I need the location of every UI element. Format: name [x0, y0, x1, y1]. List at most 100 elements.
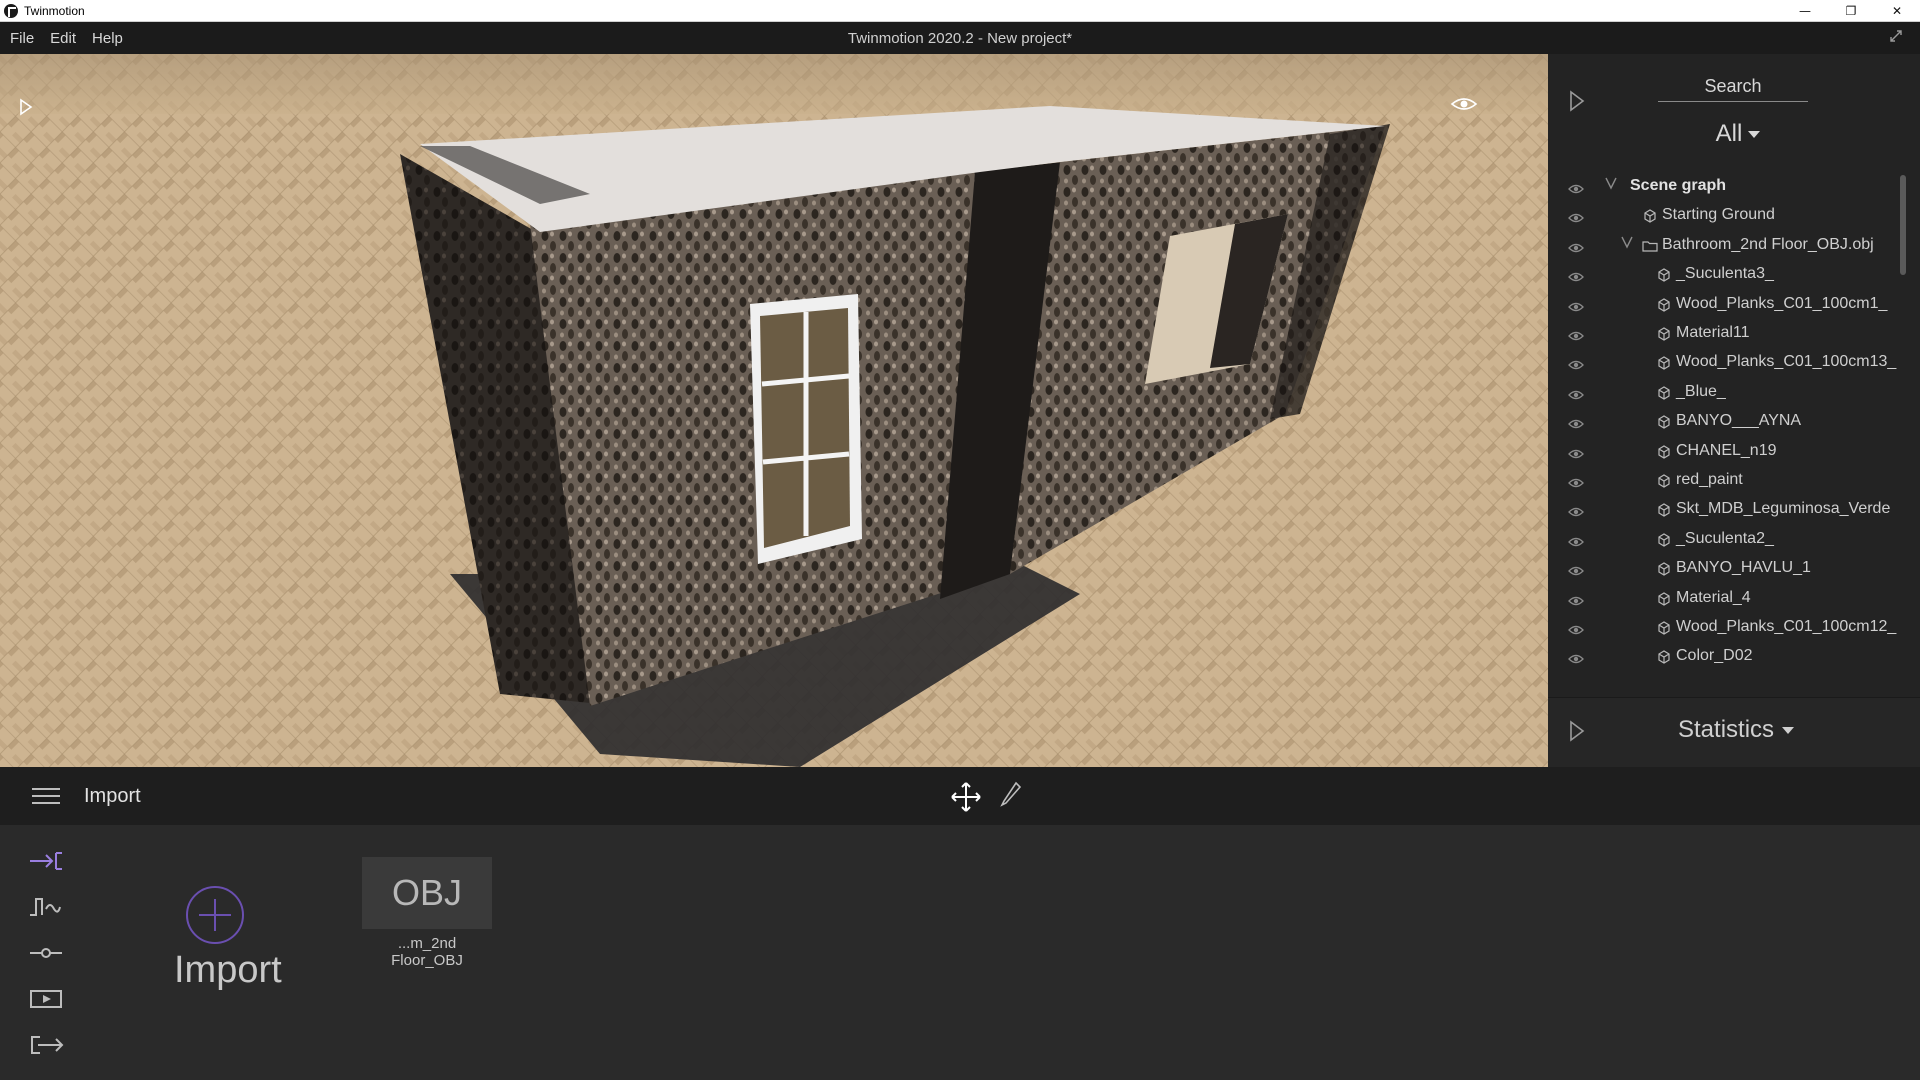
bottom-toolbar: Import	[0, 767, 1920, 825]
restore-button[interactable]: ❐	[1828, 0, 1874, 22]
chevron-down-icon	[1748, 131, 1761, 139]
menu-edit[interactable]: Edit	[50, 30, 76, 47]
slider-tool-icon[interactable]	[28, 941, 64, 965]
tree-row[interactable]: Skt_MDB_Leguminosa_Verde	[1548, 495, 1908, 524]
mesh-icon	[1656, 532, 1672, 548]
tree-row[interactable]: _Blue_	[1548, 378, 1908, 407]
import-tool-icon[interactable]	[28, 849, 64, 873]
tree-row[interactable]: Material_4	[1548, 584, 1908, 613]
chevron-down-icon	[1782, 727, 1795, 735]
expand-chevron-icon[interactable]	[1620, 235, 1634, 254]
mesh-icon	[1656, 267, 1672, 283]
visibility-eye-icon[interactable]	[1568, 209, 1584, 223]
tree-item-label: Wood_Planks_C01_100cm12_	[1676, 618, 1897, 635]
tree-row[interactable]: Wood_Planks_C01_100cm13_	[1548, 348, 1908, 377]
add-circle-icon	[185, 885, 245, 945]
visibility-eye-icon[interactable]	[1568, 180, 1584, 194]
tree-item-label: BANYO___AYNA	[1676, 412, 1802, 429]
tree-row[interactable]: Wood_Planks_C01_100cm12_	[1548, 613, 1908, 642]
import-panel: Import OBJ ...m_2nd Floor_OBJ	[0, 825, 1920, 1080]
tree-item-label: Bathroom_2nd Floor_OBJ.obj	[1662, 236, 1874, 253]
viewport-scene	[0, 54, 1548, 767]
viewport-play-icon[interactable]	[18, 98, 38, 118]
tree-row[interactable]: Material11	[1548, 319, 1908, 348]
tree-item-label: Wood_Planks_C01_100cm1_	[1676, 295, 1888, 312]
tree-item-label: _Blue_	[1676, 383, 1726, 400]
mesh-icon	[1656, 473, 1672, 489]
mesh-icon	[1656, 649, 1672, 665]
fullscreen-expand-icon[interactable]	[1888, 28, 1908, 48]
folder-icon	[1642, 238, 1658, 254]
close-button[interactable]: ✕	[1874, 0, 1920, 22]
visibility-eye-icon[interactable]	[1568, 239, 1584, 253]
visibility-eye-icon[interactable]	[1568, 445, 1584, 459]
tree-row[interactable]: CHANEL_n19	[1548, 437, 1908, 466]
tree-item-label: Scene graph	[1630, 177, 1727, 194]
import-button[interactable]: Import	[170, 885, 300, 995]
import-label: Import	[174, 949, 282, 991]
visibility-eye-icon[interactable]	[1568, 503, 1584, 517]
tree-row[interactable]: BANYO___AYNA	[1548, 407, 1908, 436]
tree-row[interactable]: _Suculenta3_	[1548, 260, 1908, 289]
3d-viewport[interactable]	[0, 54, 1548, 767]
visibility-eye-icon[interactable]	[1568, 386, 1584, 400]
visibility-eye-icon[interactable]	[1568, 356, 1584, 370]
search-field[interactable]: Search	[1658, 76, 1808, 102]
tree-row[interactable]: Starting Ground	[1548, 201, 1908, 230]
scene-graph-panel: Search All Scene graph Starting Ground Bat…	[1548, 54, 1920, 767]
visibility-eye-icon[interactable]	[1568, 592, 1584, 606]
mesh-icon	[1656, 414, 1672, 430]
tree-row[interactable]: Wood_Planks_C01_100cm1_	[1548, 290, 1908, 319]
menu-help[interactable]: Help	[92, 30, 123, 47]
scene-tree: Scene graph Starting Ground Bathroom_2nd F…	[1548, 172, 1908, 732]
viewport-visibility-eye-icon[interactable]	[1450, 94, 1480, 118]
export-tool-icon[interactable]	[28, 1033, 64, 1057]
visibility-eye-icon[interactable]	[1568, 268, 1584, 282]
visibility-eye-icon[interactable]	[1568, 298, 1584, 312]
obj-thumbnail: OBJ	[362, 857, 492, 929]
twinmotion-logo-icon	[4, 3, 18, 18]
tree-scrollbar-thumb[interactable]	[1900, 175, 1906, 275]
media-tool-icon[interactable]	[28, 987, 64, 1011]
minimize-button[interactable]: —	[1782, 0, 1828, 22]
tree-row[interactable]: Color_D02	[1548, 642, 1908, 671]
menubar: File Edit Help Twinmotion 2020.2 - New p…	[0, 22, 1920, 54]
tree-row[interactable]: BANYO_HAVLU_1	[1548, 554, 1908, 583]
mesh-icon	[1656, 326, 1672, 342]
mesh-icon	[1656, 444, 1672, 460]
mesh-icon	[1656, 620, 1672, 636]
visibility-eye-icon[interactable]	[1568, 327, 1584, 341]
visibility-eye-icon[interactable]	[1568, 650, 1584, 664]
expand-chevron-icon[interactable]	[1604, 176, 1618, 195]
imported-obj-item[interactable]: OBJ ...m_2nd Floor_OBJ	[362, 857, 492, 969]
waveform-tool-icon[interactable]	[28, 895, 64, 919]
tree-row[interactable]: Scene graph	[1548, 172, 1908, 201]
statistics-panel: Statistics	[1548, 697, 1920, 767]
move-gizmo-icon[interactable]	[950, 781, 982, 813]
tree-row[interactable]: _Suculenta2_	[1548, 525, 1908, 554]
eyedropper-icon[interactable]	[998, 781, 1022, 809]
tree-item-label: Material_4	[1676, 589, 1751, 606]
statistics-dropdown[interactable]: Statistics	[1678, 716, 1795, 744]
tree-row[interactable]: Bathroom_2nd Floor_OBJ.obj	[1548, 231, 1908, 260]
statistics-play-icon[interactable]	[1568, 720, 1588, 742]
visibility-eye-icon[interactable]	[1568, 533, 1584, 547]
tree-item-label: CHANEL_n19	[1676, 442, 1777, 459]
window-titlebar: Twinmotion — ❐ ✕	[0, 0, 1920, 22]
visibility-eye-icon[interactable]	[1568, 474, 1584, 488]
tree-item-label: red_paint	[1676, 471, 1743, 488]
visibility-eye-icon[interactable]	[1568, 562, 1584, 576]
window-app-title: Twinmotion	[24, 3, 85, 18]
tree-item-label: Starting Ground	[1662, 206, 1775, 223]
obj-file-label: ...m_2nd Floor_OBJ	[391, 935, 463, 969]
menu-file[interactable]: File	[10, 30, 34, 47]
tree-item-label: BANYO_HAVLU_1	[1676, 559, 1811, 576]
visibility-eye-icon[interactable]	[1568, 415, 1584, 429]
hamburger-menu-icon[interactable]	[32, 787, 60, 805]
visibility-eye-icon[interactable]	[1568, 621, 1584, 635]
mesh-icon	[1656, 591, 1672, 607]
project-title: Twinmotion 2020.2 - New project*	[847, 29, 1073, 47]
tree-row[interactable]: red_paint	[1548, 466, 1908, 495]
panel-collapse-play-icon[interactable]	[1568, 90, 1588, 112]
filter-dropdown[interactable]: All	[1708, 120, 1768, 148]
